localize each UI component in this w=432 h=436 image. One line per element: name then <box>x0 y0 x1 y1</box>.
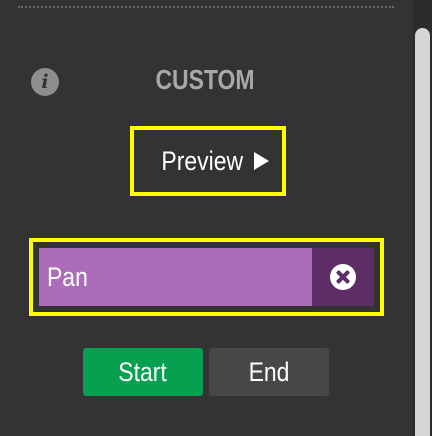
info-icon[interactable]: i <box>31 68 59 96</box>
close-circle-icon <box>330 264 356 290</box>
start-button-label: Start <box>118 356 168 387</box>
tag-clear-button[interactable] <box>312 248 374 306</box>
preview-label: Preview <box>161 145 244 176</box>
tag-highlight: Pan <box>29 238 384 316</box>
top-divider <box>18 6 394 8</box>
tag-field[interactable]: Pan <box>39 248 312 306</box>
end-button[interactable]: End <box>209 348 329 396</box>
tag-label: Pan <box>47 261 88 292</box>
scrollbar-track[interactable] <box>413 0 432 436</box>
end-button-label: End <box>248 356 290 387</box>
play-icon <box>253 152 269 170</box>
scrollbar-thumb[interactable] <box>415 28 430 436</box>
preview-button[interactable]: Preview <box>130 126 286 196</box>
custom-panel: i CUSTOM Preview Pan Start End <box>0 0 432 436</box>
panel-title: CUSTOM <box>155 64 255 95</box>
start-button[interactable]: Start <box>83 348 203 396</box>
